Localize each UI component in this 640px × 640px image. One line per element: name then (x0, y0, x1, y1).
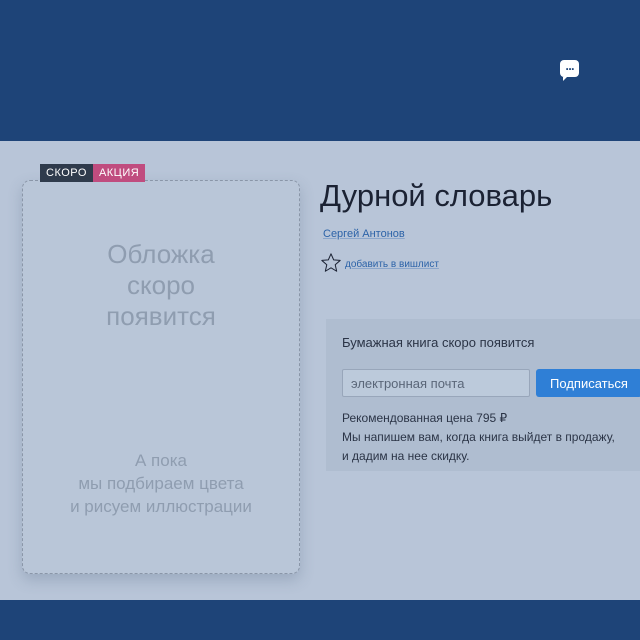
email-input[interactable] (342, 369, 530, 397)
add-to-wishlist[interactable]: добавить в вишлист (320, 252, 439, 274)
subscribe-panel: Бумажная книга скоро появится Подписатьс… (326, 319, 640, 471)
cover-placeholder-title: Обложка скоро появится (106, 239, 216, 331)
book-title: Дурной словарь (320, 178, 553, 213)
cover-placeholder-subtitle: А пока мы подбираем цвета и рисуем иллюс… (70, 451, 252, 516)
book-cover-placeholder: Обложка скоро появится А пока мы подбира… (22, 180, 300, 574)
info-line-2: и дадим на нее скидку. (342, 449, 470, 463)
bottom-bar (0, 600, 640, 640)
wishlist-link[interactable]: добавить в вишлист (345, 259, 439, 270)
subscribe-info: Рекомендованная цена 795 ₽ Мы напишем ва… (342, 409, 632, 466)
top-header: ... (0, 0, 640, 141)
subscribe-heading: Бумажная книга скоро появится (342, 335, 535, 350)
badge-soon: СКОРО (40, 164, 93, 182)
chat-bubble-icon[interactable]: ... (560, 60, 579, 81)
author-link[interactable]: Сергей Антонов (323, 228, 405, 240)
recommended-price: Рекомендованная цена 795 ₽ (342, 411, 508, 425)
star-outline-icon[interactable] (320, 252, 342, 274)
subscribe-button[interactable]: Подписаться (536, 369, 640, 397)
badge-promo: АКЦИЯ (92, 164, 146, 182)
info-line-1: Мы напишем вам, когда книга выйдет в про… (342, 430, 615, 444)
book-badges: СКОРО АКЦИЯ (40, 164, 146, 182)
